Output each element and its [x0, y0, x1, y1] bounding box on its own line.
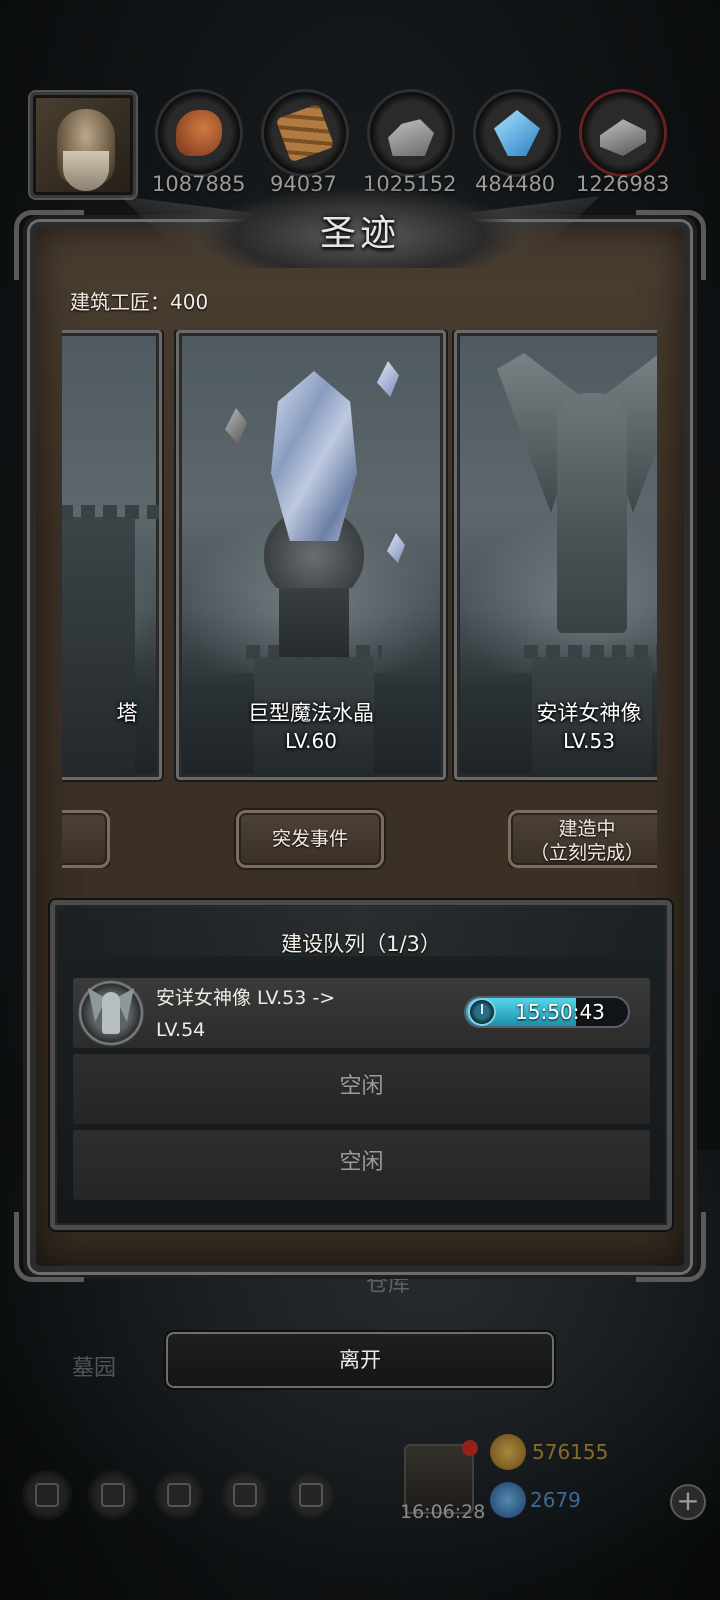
gem-value: 2679 — [530, 1488, 581, 1512]
hero-icon[interactable] — [88, 1470, 138, 1520]
finish-now-label: （立刻完成） — [529, 842, 644, 864]
gem-icon — [490, 1482, 526, 1518]
items-icon[interactable] — [286, 1470, 336, 1520]
meat-resource-icon[interactable] — [158, 92, 240, 174]
idle-label: 空闲 — [339, 1150, 384, 1175]
building-card-goddess-statue[interactable]: 安详女神像 LV.53 — [454, 330, 657, 780]
idle-label: 空闲 — [339, 1074, 384, 1099]
goddess-statue-image — [557, 393, 627, 633]
magic-crystal-image — [271, 371, 357, 541]
notification-dot — [462, 1440, 478, 1456]
stone-resource-icon[interactable] — [370, 92, 452, 174]
building-card-magic-crystal[interactable]: 巨型魔法水晶 LV.60 — [176, 330, 446, 780]
timer-text: 15:50:43 — [515, 1000, 605, 1024]
building-finish-now-button[interactable]: 建造中 （立刻完成） — [508, 810, 657, 868]
card-name: 塔 — [116, 701, 138, 725]
add-currency-icon[interactable]: + — [670, 1484, 706, 1520]
leave-button[interactable]: 离开 — [166, 1332, 554, 1388]
gold-value: 576155 — [532, 1440, 609, 1464]
panel-title: 圣迹 — [319, 213, 400, 254]
iron-value: 1226983 — [576, 172, 670, 196]
goddess-statue-icon — [78, 980, 144, 1046]
wood-resource-icon[interactable] — [264, 92, 346, 174]
craftsmen-count: 建筑工匠：400 — [70, 290, 209, 314]
iron-resource-icon[interactable] — [582, 92, 664, 174]
build-timer[interactable]: 15:50:43 — [464, 996, 630, 1028]
left-card-button[interactable] — [62, 810, 110, 868]
panel-corner-ornament — [14, 210, 84, 280]
crystal-pedestal — [279, 587, 349, 657]
gift-timer: 16:06:28 — [400, 1501, 486, 1523]
building-carousel[interactable]: 塔 巨型魔法水晶 LV.60 安详女神像 LV.53 — [62, 330, 657, 860]
mail-icon[interactable] — [220, 1470, 270, 1520]
avatar-beard — [63, 151, 109, 191]
sudden-event-button[interactable]: 突发事件 — [236, 810, 384, 868]
gold-icon — [490, 1434, 526, 1470]
cemetery-label[interactable]: 墓园 — [72, 1350, 116, 1382]
queue-item-name: 安详女神像 LV.53 -> — [156, 987, 336, 1009]
card-level: LV.60 — [285, 729, 337, 753]
settings-icon[interactable] — [22, 1470, 72, 1520]
player-avatar[interactable] — [30, 92, 136, 198]
clock-icon — [468, 998, 496, 1026]
card-name: 巨型魔法水晶 — [248, 701, 374, 725]
alliance-icon[interactable] — [154, 1470, 204, 1520]
queue-item-text: 安详女神像 LV.53 -> LV.54 — [156, 982, 446, 1046]
building-card-tower[interactable]: 塔 — [62, 330, 162, 780]
panel-corner-ornament — [636, 210, 706, 280]
crystal-shard — [377, 361, 399, 397]
crystal-shard — [225, 408, 247, 444]
card-level: LV.53 — [563, 729, 615, 753]
queue-item-target-level: LV.54 — [156, 1019, 206, 1041]
building-label: 建造中 — [558, 818, 616, 840]
crystal-resource-icon[interactable] — [476, 92, 558, 174]
queue-title: 建设队列（1/3） — [281, 932, 441, 956]
card-name: 安详女神像 — [536, 701, 642, 725]
